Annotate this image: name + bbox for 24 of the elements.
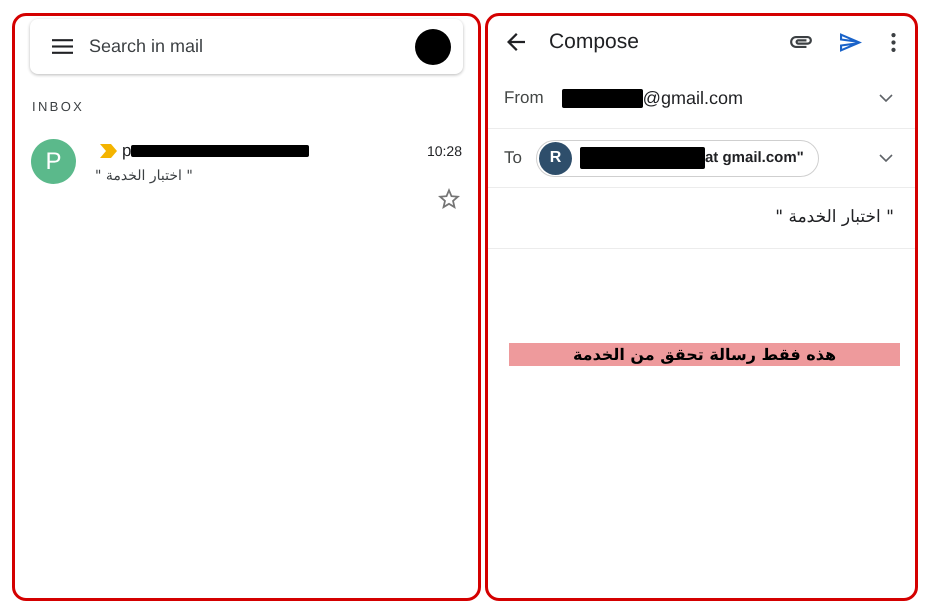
highlighted-body-text: هذه فقط رسالة تحقق من الخدمة (509, 343, 900, 366)
profile-avatar-icon[interactable] (415, 28, 451, 64)
sender-address: @gmail.com (642, 86, 743, 110)
field-label: To (504, 147, 522, 170)
star-icon[interactable] (438, 188, 460, 209)
subject-field[interactable]: " اختبار الخدمة " (775, 205, 894, 231)
recipient-avatar: R (538, 142, 572, 174)
sender-name: p (122, 140, 132, 162)
sender-avatar: P (31, 139, 76, 184)
back-arrow-icon[interactable] (507, 33, 525, 51)
recipient-address: at gmail.com" (704, 148, 804, 168)
chevron-down-icon[interactable] (879, 94, 893, 102)
send-icon[interactable] (840, 32, 862, 52)
paperclip-icon[interactable] (790, 36, 812, 48)
recipient-chip[interactable]: R at gmail.com" (536, 140, 819, 176)
email-snippet: " اختبار الخدمة " (95, 167, 193, 185)
more-options-icon[interactable] (891, 32, 896, 52)
menu-icon[interactable] (52, 39, 73, 54)
screen-title: Compose (549, 29, 639, 56)
search-field[interactable]: Search in mail (89, 33, 399, 60)
section-label: INBOX (32, 99, 84, 114)
email-time: 10:28 (426, 142, 462, 160)
chevron-down-icon[interactable] (879, 154, 893, 162)
field-label: From (504, 87, 544, 110)
